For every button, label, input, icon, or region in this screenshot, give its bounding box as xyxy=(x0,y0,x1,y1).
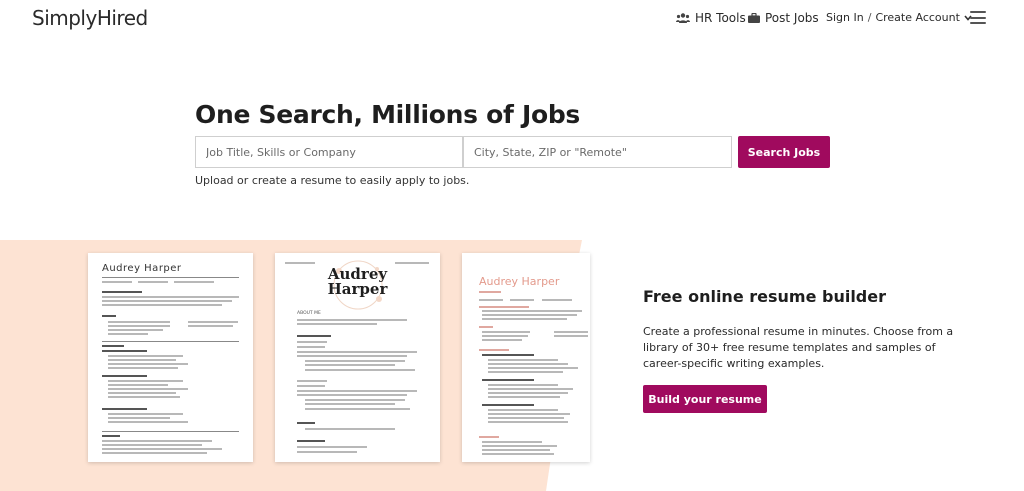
upload-suffix: to easily apply to jobs. xyxy=(345,174,470,187)
account-separator: / xyxy=(867,11,872,24)
location-input[interactable] xyxy=(463,136,732,168)
template-2-section: ABOUT ME xyxy=(297,311,321,316)
create-account-link[interactable]: Create Account xyxy=(875,11,959,24)
post-jobs-link[interactable]: Post Jobs xyxy=(748,11,819,25)
or-text: or xyxy=(237,174,249,187)
resume-builder-title: Free online resume builder xyxy=(643,287,886,306)
page-title: One Search, Millions of Jobs xyxy=(195,100,581,129)
upload-resume-line: Upload or create a resume to easily appl… xyxy=(195,174,469,187)
resume-template-3[interactable]: Audrey Harper xyxy=(462,253,590,462)
post-jobs-label: Post Jobs xyxy=(765,11,819,25)
create-resume-link[interactable]: create a resume xyxy=(252,174,342,187)
resume-builder-description: Create a professional resume in minutes.… xyxy=(643,325,954,370)
briefcase-icon xyxy=(748,13,760,23)
build-resume-button[interactable]: Build your resume xyxy=(643,385,767,413)
job-title-input[interactable] xyxy=(195,136,463,168)
resume-template-1[interactable]: Audrey Harper xyxy=(88,253,253,462)
hr-tools-link[interactable]: HR Tools xyxy=(676,11,746,25)
hamburger-menu-icon[interactable] xyxy=(970,11,986,24)
resume-template-2[interactable]: Audrey Harper ABOUT ME xyxy=(275,253,440,462)
site-header: SimplyHired HR Tools Post Jobs Sign In /… xyxy=(0,0,1024,38)
hr-tools-label: HR Tools xyxy=(695,11,746,25)
template-2-last-name: Harper xyxy=(327,280,388,298)
upload-link[interactable]: Upload xyxy=(195,174,234,187)
template-3-name: Audrey Harper xyxy=(479,275,560,288)
search-jobs-button[interactable]: Search Jobs xyxy=(738,136,830,168)
sign-in-link[interactable]: Sign In xyxy=(826,11,864,24)
template-2-name: Audrey Harper xyxy=(275,267,440,297)
account-menu[interactable]: Sign In / Create Account xyxy=(826,11,972,24)
people-icon xyxy=(676,13,690,23)
simplyhired-logo[interactable]: SimplyHired xyxy=(32,6,148,30)
template-1-name: Audrey Harper xyxy=(102,263,182,274)
resume-builder-section: Audrey Harper Audrey Harper ABOUT ME Aud… xyxy=(0,240,1024,491)
